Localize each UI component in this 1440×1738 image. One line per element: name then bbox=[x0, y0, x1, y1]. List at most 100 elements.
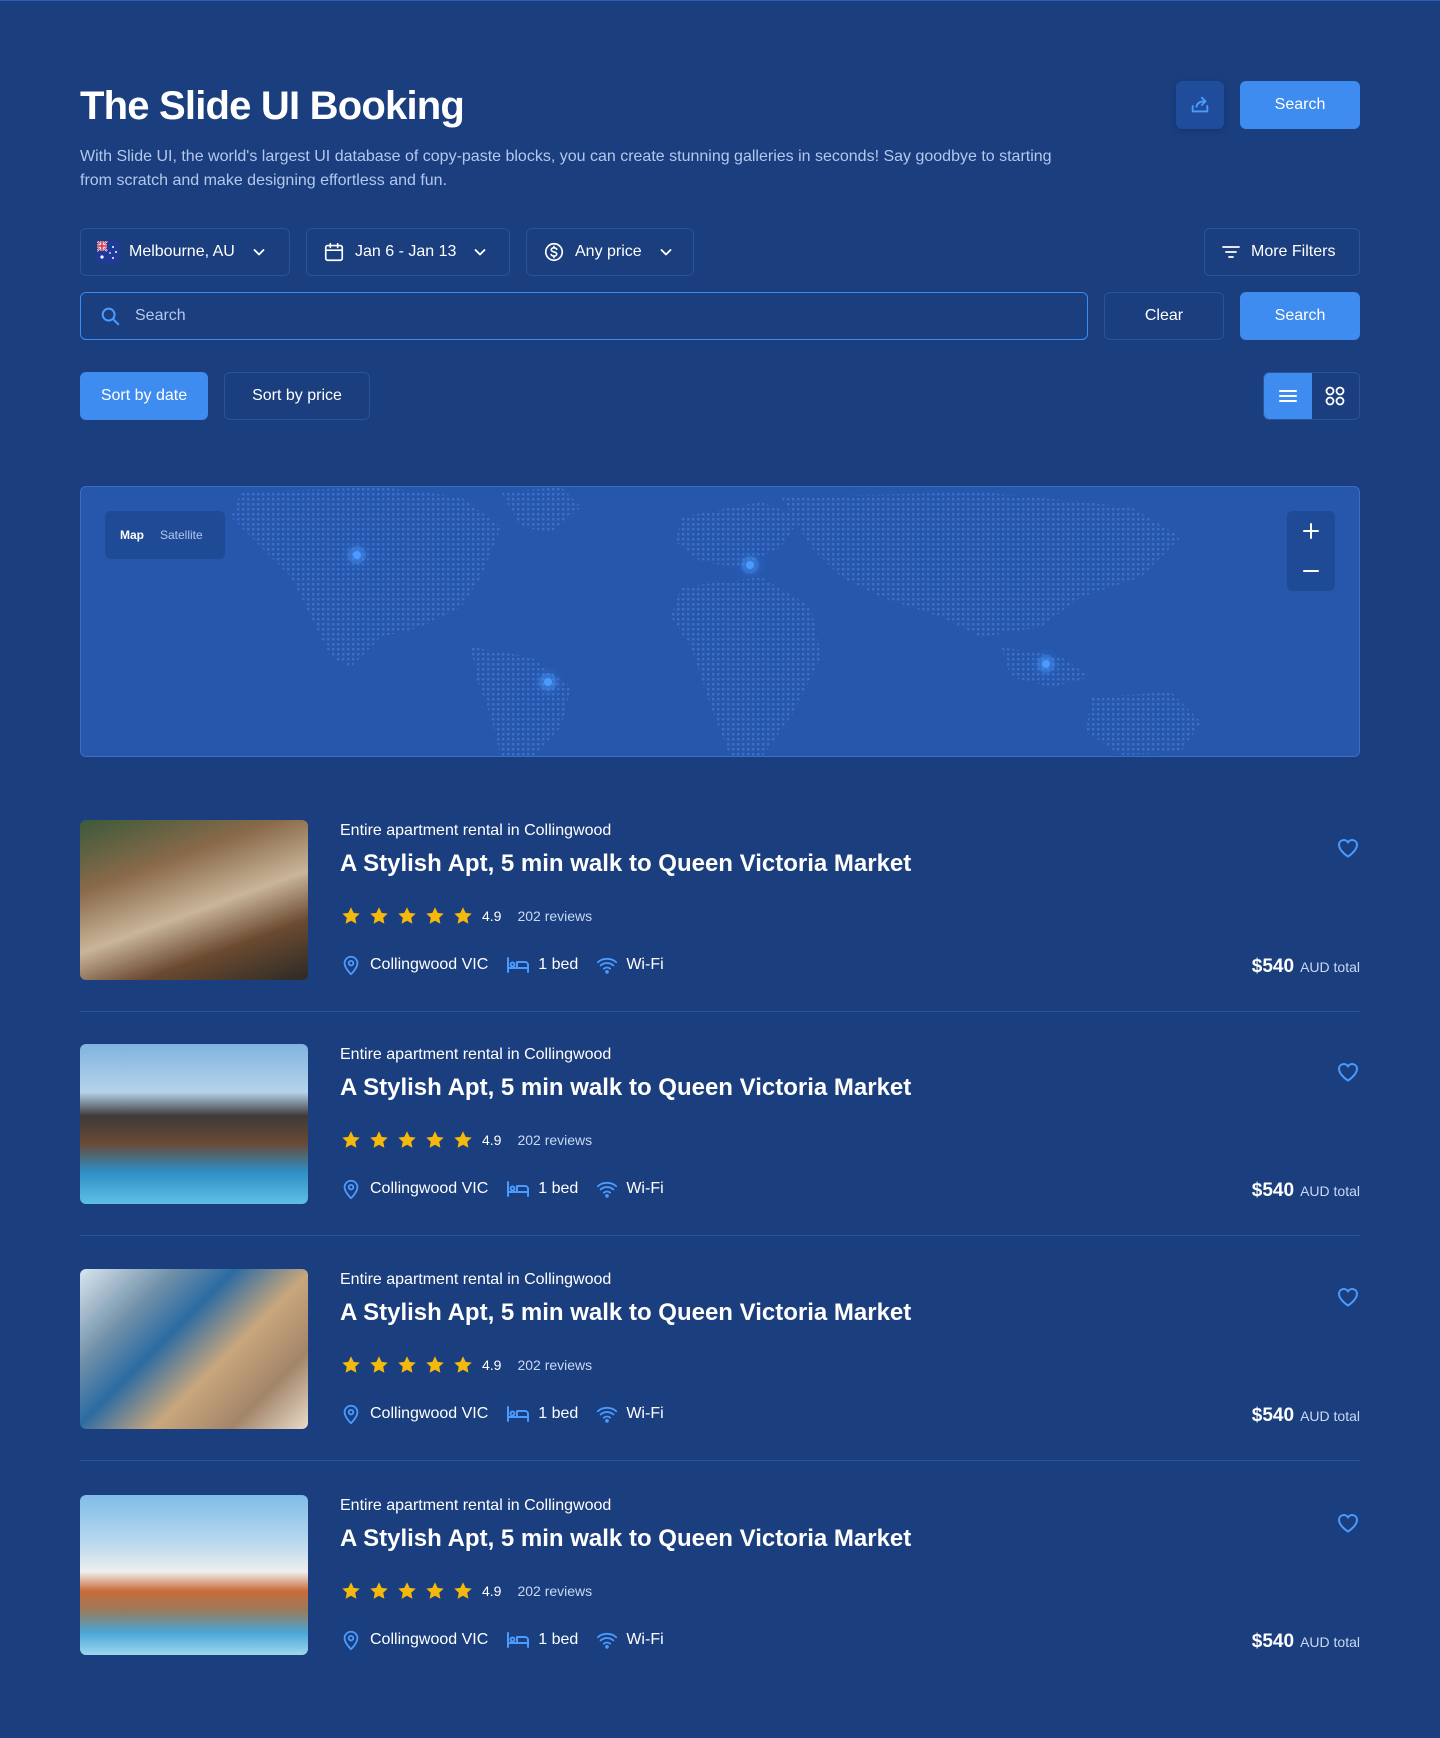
star-rating bbox=[340, 1354, 474, 1376]
view-toggle bbox=[1263, 372, 1360, 420]
map-pin[interactable] bbox=[746, 561, 754, 569]
listing-title[interactable]: A Stylish Apt, 5 min walk to Queen Victo… bbox=[340, 1523, 911, 1555]
listing-wifi: Wi-Fi bbox=[596, 1178, 664, 1200]
list-view-button[interactable] bbox=[1264, 373, 1312, 419]
dollar-circle-icon bbox=[544, 242, 564, 262]
zoom-out-button[interactable] bbox=[1287, 551, 1335, 591]
bed-icon bbox=[507, 1632, 530, 1648]
listing-photo[interactable] bbox=[80, 1495, 308, 1655]
world-map bbox=[231, 487, 1201, 756]
star-icon bbox=[398, 907, 416, 924]
listing-title[interactable]: A Stylish Apt, 5 min walk to Queen Victo… bbox=[340, 1072, 911, 1104]
map-pin[interactable] bbox=[544, 678, 552, 686]
calendar-icon bbox=[324, 242, 344, 262]
map-pin[interactable] bbox=[353, 551, 361, 559]
star-icon bbox=[454, 907, 472, 924]
location-label: Collingwood VIC bbox=[370, 956, 489, 973]
map-panel[interactable]: Map Satellite bbox=[80, 486, 1360, 757]
listing-amenities: Collingwood VIC 1 bed Wi-Fi bbox=[340, 1178, 682, 1200]
sort-by-price-button[interactable]: Sort by price bbox=[224, 372, 370, 420]
bed-icon bbox=[507, 1406, 530, 1422]
map-mode-button[interactable]: Map bbox=[120, 528, 144, 542]
wifi-label: Wi-Fi bbox=[626, 1405, 664, 1422]
satellite-mode-button[interactable]: Satellite bbox=[160, 528, 203, 542]
search-button[interactable]: Search bbox=[1240, 292, 1360, 340]
heart-icon bbox=[1338, 839, 1358, 858]
star-icon bbox=[398, 1131, 416, 1148]
review-count[interactable]: 202 reviews bbox=[517, 1132, 592, 1148]
map-pin-icon bbox=[343, 1630, 359, 1651]
date-filter[interactable]: Jan 6 - Jan 13 bbox=[306, 228, 510, 276]
bed-icon bbox=[507, 957, 530, 973]
price-filter[interactable]: Any price bbox=[526, 228, 694, 276]
sort-by-date-button[interactable]: Sort by date bbox=[80, 372, 208, 420]
price-amount: $540 bbox=[1251, 1405, 1295, 1426]
star-icon bbox=[370, 907, 388, 924]
listing-photo[interactable] bbox=[80, 820, 308, 980]
listing-rating: 4.9 202 reviews bbox=[340, 1129, 592, 1151]
star-icon bbox=[426, 907, 444, 924]
share-icon bbox=[1191, 96, 1209, 113]
star-icon bbox=[342, 1131, 360, 1148]
chevron-down-icon bbox=[658, 244, 674, 260]
heart-icon bbox=[1338, 1288, 1358, 1307]
star-rating bbox=[340, 905, 474, 927]
listing-card[interactable]: Entire apartment rental in Collingwood A… bbox=[80, 1269, 1360, 1431]
listing-card[interactable]: Entire apartment rental in Collingwood A… bbox=[80, 820, 1360, 982]
listing-rating: 4.9 202 reviews bbox=[340, 905, 592, 927]
listing-title[interactable]: A Stylish Apt, 5 min walk to Queen Victo… bbox=[340, 1297, 911, 1329]
listing-divider bbox=[80, 1460, 1360, 1461]
header-search-button[interactable]: Search bbox=[1240, 81, 1360, 129]
more-filters-button[interactable]: More Filters bbox=[1204, 228, 1360, 276]
price-unit: AUD total bbox=[1300, 1183, 1360, 1199]
listing-location: Collingwood VIC bbox=[340, 1629, 488, 1651]
listing-title[interactable]: A Stylish Apt, 5 min walk to Queen Victo… bbox=[340, 848, 911, 880]
favorite-button[interactable] bbox=[1336, 1285, 1360, 1314]
favorite-button[interactable] bbox=[1336, 1060, 1360, 1089]
listing-divider bbox=[80, 1235, 1360, 1236]
review-count[interactable]: 202 reviews bbox=[517, 908, 592, 924]
listing-card[interactable]: Entire apartment rental in Collingwood A… bbox=[80, 1044, 1360, 1206]
star-icon bbox=[426, 1582, 444, 1599]
star-icon bbox=[342, 1582, 360, 1599]
booking-page: The Slide UI Booking With Slide UI, the … bbox=[80, 1, 1360, 1738]
review-count[interactable]: 202 reviews bbox=[517, 1357, 592, 1373]
wifi-icon bbox=[597, 1406, 618, 1423]
wifi-label: Wi-Fi bbox=[626, 1631, 664, 1648]
wifi-label: Wi-Fi bbox=[626, 956, 664, 973]
rating-score: 4.9 bbox=[482, 908, 502, 924]
location-filter[interactable]: Melbourne, AU bbox=[80, 228, 290, 276]
more-filters-label: More Filters bbox=[1251, 243, 1336, 260]
star-icon bbox=[426, 1356, 444, 1373]
listing-photo[interactable] bbox=[80, 1044, 308, 1204]
zoom-controls bbox=[1287, 511, 1335, 591]
price-unit: AUD total bbox=[1300, 1408, 1360, 1424]
listing-price: $540 AUD total bbox=[1252, 1180, 1360, 1202]
listing-photo[interactable] bbox=[80, 1269, 308, 1429]
listing-card[interactable]: Entire apartment rental in Collingwood A… bbox=[80, 1495, 1360, 1657]
location-filter-label: Melbourne, AU bbox=[129, 243, 235, 260]
australia-flag-icon bbox=[97, 241, 119, 263]
map-pin[interactable] bbox=[1042, 660, 1050, 668]
star-rating bbox=[340, 1129, 474, 1151]
location-label: Collingwood VIC bbox=[370, 1631, 489, 1648]
listing-type: Entire apartment rental in Collingwood bbox=[340, 822, 612, 839]
listing-wifi: Wi-Fi bbox=[596, 1403, 664, 1425]
clear-button[interactable]: Clear bbox=[1104, 292, 1224, 340]
zoom-in-button[interactable] bbox=[1287, 511, 1335, 551]
search-field[interactable] bbox=[80, 292, 1088, 340]
beds-label: 1 bed bbox=[538, 1405, 579, 1422]
bed-icon bbox=[507, 1181, 530, 1197]
price-unit: AUD total bbox=[1300, 1634, 1360, 1650]
price-filter-label: Any price bbox=[575, 243, 642, 260]
beds-label: 1 bed bbox=[538, 956, 579, 973]
search-input[interactable] bbox=[135, 307, 1035, 325]
favorite-button[interactable] bbox=[1336, 836, 1360, 865]
grid-view-button[interactable] bbox=[1312, 373, 1360, 419]
rating-score: 4.9 bbox=[482, 1583, 502, 1599]
wifi-icon bbox=[597, 957, 618, 974]
favorite-button[interactable] bbox=[1336, 1511, 1360, 1540]
listing-type: Entire apartment rental in Collingwood bbox=[340, 1271, 612, 1288]
review-count[interactable]: 202 reviews bbox=[517, 1583, 592, 1599]
share-button[interactable] bbox=[1176, 81, 1224, 129]
